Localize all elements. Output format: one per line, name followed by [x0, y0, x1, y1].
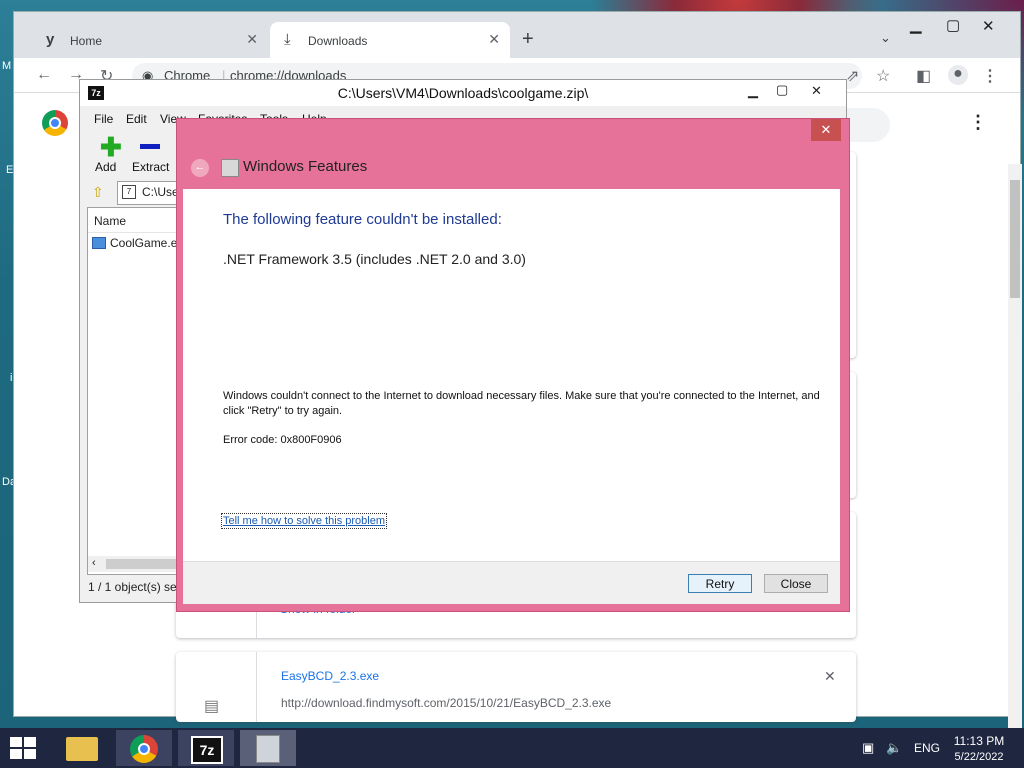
- file-icon: ▤: [204, 698, 220, 715]
- clock-time[interactable]: 11:13 PM: [944, 734, 1014, 748]
- 7zip-title-bar: 7z C:\Users\VM4\Downloads\coolgame.zip\ …: [80, 80, 846, 106]
- scrollbar-thumb[interactable]: [1010, 180, 1020, 298]
- side-panel-icon[interactable]: ◧: [916, 66, 931, 86]
- add-plus-icon: ✚: [100, 132, 122, 162]
- maximize-icon[interactable]: ▢: [776, 82, 788, 98]
- taskbar-windows-features[interactable]: [240, 730, 296, 766]
- download-icon: ⤓: [284, 31, 291, 48]
- status-text: 1 / 1 object(s) sel: [88, 580, 180, 594]
- tab-title: Home: [70, 34, 103, 48]
- extract-minus-icon: [140, 144, 160, 149]
- tab-strip: y Home ✕ ⤓ Downloads ✕ + ⌄ ▁ ▢ ✕: [14, 12, 1020, 58]
- clock-date[interactable]: 5/22/2022: [944, 751, 1014, 763]
- volume-muted-icon[interactable]: 🔈: [886, 740, 902, 756]
- retry-button[interactable]: Retry: [688, 574, 752, 593]
- 7zip-file-list: Name CoolGame.e ‹: [87, 207, 185, 575]
- tab-title: Downloads: [308, 34, 368, 48]
- 7zip-icon: 7z: [191, 736, 223, 764]
- language-indicator[interactable]: ENG: [914, 741, 940, 755]
- exe-file-icon: [92, 237, 106, 249]
- feature-name: .NET Framework 3.5 (includes .NET 2.0 an…: [223, 251, 526, 267]
- close-dialog-icon[interactable]: ✕: [811, 119, 841, 141]
- minimize-icon[interactable]: ▁: [748, 83, 758, 99]
- add-button[interactable]: ✚ Add: [92, 134, 132, 174]
- download-card-easybcd: ▤ EasyBCD_2.3.exe http://download.findmy…: [176, 652, 856, 722]
- file-explorer-icon: [66, 737, 98, 761]
- error-code: Error code: 0x800F0906: [223, 434, 342, 446]
- close-tab-icon[interactable]: ✕: [488, 31, 500, 48]
- chrome-menu-icon[interactable]: ⋮: [982, 66, 998, 86]
- close-tab-icon[interactable]: ✕: [246, 31, 258, 48]
- close-window-icon[interactable]: ✕: [811, 83, 822, 99]
- network-icon[interactable]: ▣: [862, 740, 874, 756]
- dialog-heading: The following feature couldn't be instal…: [223, 211, 502, 228]
- desktop-icon-label: i: [10, 372, 13, 384]
- profile-avatar-icon[interactable]: ●: [948, 65, 968, 85]
- minimize-icon[interactable]: ▁: [910, 16, 922, 34]
- windows-features-icon: [221, 159, 239, 177]
- y-logo-icon: y: [46, 31, 55, 48]
- close-button[interactable]: Close: [764, 574, 828, 593]
- archive-icon: 7: [122, 185, 136, 199]
- new-tab-button[interactable]: +: [522, 28, 534, 51]
- desktop-icon-label: M: [2, 60, 12, 72]
- desktop-icon-label: E: [6, 164, 14, 176]
- extract-button[interactable]: Extract: [130, 134, 176, 174]
- bookmark-star-icon[interactable]: ☆: [876, 66, 890, 86]
- file-name[interactable]: CoolGame.e: [110, 236, 177, 250]
- horizontal-scrollbar[interactable]: ‹: [88, 556, 184, 572]
- taskbar-file-explorer[interactable]: [54, 730, 110, 766]
- menu-file[interactable]: File: [94, 112, 113, 126]
- 7zip-title: C:\Users\VM4\Downloads\coolgame.zip\: [337, 85, 589, 101]
- dialog-title: Windows Features: [243, 158, 368, 175]
- download-file-name[interactable]: EasyBCD_2.3.exe: [281, 669, 379, 683]
- error-message: Windows couldn't connect to the Internet…: [223, 390, 820, 417]
- chrome-icon: [130, 735, 158, 763]
- share-icon[interactable]: ⇗: [846, 66, 859, 86]
- windows-features-dialog: ✕ ← Windows Features The following featu…: [176, 118, 850, 612]
- tab-home[interactable]: y Home ✕: [32, 22, 268, 58]
- dialog-footer: Retry Close: [183, 561, 840, 604]
- taskbar-7zip[interactable]: 7z: [178, 730, 234, 766]
- taskbar: 7z ▣ 🔈: [0, 728, 1024, 768]
- back-arrow-icon[interactable]: ←: [36, 66, 52, 84]
- chrome-logo-icon: [42, 110, 68, 136]
- scroll-left-icon[interactable]: ‹: [92, 557, 96, 569]
- windows-features-icon: [256, 735, 280, 763]
- start-button[interactable]: [10, 737, 38, 759]
- download-url: http://download.findmysoft.com/2015/10/2…: [281, 696, 612, 710]
- help-link[interactable]: Tell me how to solve this problem: [220, 513, 388, 529]
- add-label: Add: [95, 160, 117, 174]
- taskbar-chrome[interactable]: [116, 730, 172, 766]
- downloads-menu-icon[interactable]: ⋮: [969, 112, 987, 133]
- folder-up-icon[interactable]: ⇧: [92, 184, 104, 201]
- column-header-name[interactable]: Name: [94, 214, 126, 228]
- back-arrow-icon[interactable]: ←: [191, 159, 209, 177]
- menu-edit[interactable]: Edit: [126, 112, 147, 126]
- tab-search-icon[interactable]: ⌄: [880, 30, 891, 46]
- extract-label: Extract: [132, 160, 170, 174]
- dialog-body: The following feature couldn't be instal…: [183, 189, 840, 561]
- remove-download-icon[interactable]: ✕: [824, 668, 836, 685]
- close-window-icon[interactable]: ✕: [982, 17, 995, 35]
- tab-downloads[interactable]: ⤓ Downloads ✕: [270, 22, 510, 58]
- maximize-icon[interactable]: ▢: [946, 16, 960, 34]
